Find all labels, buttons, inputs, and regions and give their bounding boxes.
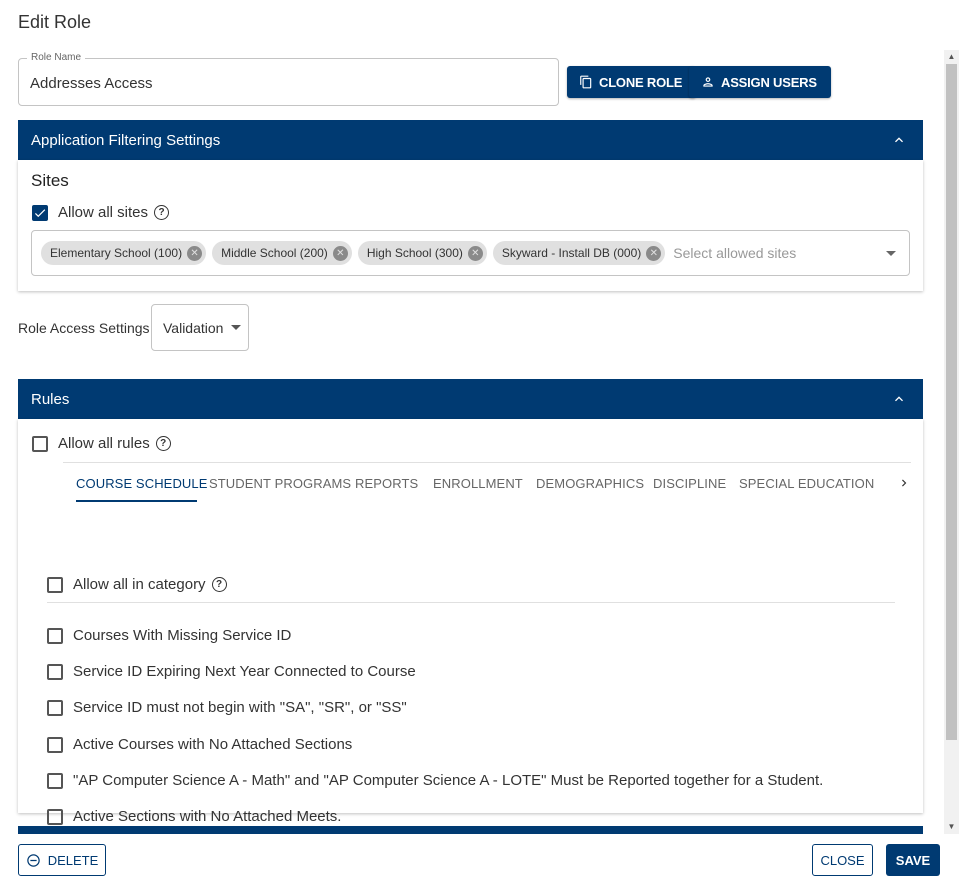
cancel-circle-icon[interactable]: ✕ [646, 245, 662, 261]
rules-tabs: COURSE SCHEDULE STUDENT PROGRAMS REPORTS… [63, 462, 911, 502]
save-button[interactable]: SAVE [886, 844, 940, 876]
rule-checkbox[interactable] [47, 627, 63, 644]
rule-item[interactable]: Active Courses with No Attached Sections [47, 736, 352, 753]
sites-placeholder[interactable]: Select allowed sites [673, 245, 796, 261]
chevron-up-icon[interactable] [891, 132, 907, 148]
rule-label: "AP Computer Science A - Math" and "AP C… [73, 772, 824, 789]
rule-checkbox[interactable] [47, 736, 63, 753]
allow-all-rules-checkbox[interactable] [32, 435, 48, 452]
role-access-label: Role Access Settings [18, 320, 150, 336]
site-chip-label: Skyward - Install DB (000) [501, 246, 642, 260]
tab-discipline[interactable]: DISCIPLINE [653, 463, 726, 503]
site-chip-label: Elementary School (100) [50, 246, 183, 260]
cancel-circle-icon[interactable]: ✕ [467, 245, 483, 261]
rule-checkbox[interactable] [47, 699, 63, 716]
caret-down-icon [231, 325, 242, 330]
tab-enrollment[interactable]: ENROLLMENT [433, 463, 523, 503]
help-circle-icon[interactable]: ? [211, 577, 227, 592]
person-icon [703, 77, 713, 87]
scroll-up-icon[interactable]: ▲ [944, 51, 959, 63]
rule-checkbox[interactable] [47, 772, 63, 789]
role-name-value[interactable]: Addresses Access [30, 75, 153, 92]
role-name-field[interactable]: Role Name Addresses Access [18, 52, 559, 106]
tab-reports[interactable]: REPORTS [355, 463, 418, 503]
site-chip: Elementary School (100) ✕ [41, 241, 207, 265]
allow-all-category-label: Allow all in category [73, 576, 206, 593]
site-chip: Skyward - Install DB (000) ✕ [492, 241, 666, 265]
chevron-up-icon[interactable] [891, 391, 907, 407]
filtering-panel-header[interactable]: Application Filtering Settings [18, 120, 923, 160]
chevron-right-icon[interactable] [897, 476, 911, 490]
rule-item[interactable]: "AP Computer Science A - Math" and "AP C… [47, 772, 823, 789]
delete-button[interactable]: DELETE [18, 844, 106, 876]
allow-all-category-checkbox[interactable] [47, 576, 63, 593]
copy-icon [580, 75, 592, 89]
rules-header-title: Rules [31, 390, 70, 408]
cancel-circle-icon[interactable]: ✕ [332, 245, 348, 261]
minus-circle-icon [26, 853, 40, 867]
allow-all-sites-label: Allow all sites [58, 204, 149, 221]
role-access-selected: Validation [163, 319, 224, 336]
save-label: SAVE [895, 852, 931, 868]
site-chip-label: Middle School (200) [221, 246, 328, 260]
tab-course-schedule[interactable]: COURSE SCHEDULE [76, 463, 208, 503]
scrollbar[interactable]: ▲ ▼ [944, 50, 959, 834]
rule-item[interactable]: Service ID must not begin with "SA", "SR… [47, 699, 407, 716]
help-circle-icon[interactable]: ? [154, 205, 170, 220]
role-access-select[interactable]: Validation [151, 304, 249, 351]
category-divider [47, 602, 895, 603]
rule-item[interactable]: Service ID Expiring Next Year Connected … [47, 663, 416, 680]
filtering-header-title: Application Filtering Settings [31, 131, 221, 149]
clone-role-label: CLONE ROLE [599, 74, 683, 90]
filtering-panel-body: Sites Allow all sites ? Elementary Schoo… [18, 160, 923, 291]
sites-heading: Sites [31, 171, 69, 190]
rule-label: Active Sections with No Attached Meets. [73, 808, 342, 825]
caret-down-icon[interactable] [886, 251, 896, 256]
site-chip: Middle School (200) ✕ [212, 241, 352, 265]
delete-label: DELETE [47, 852, 99, 868]
rule-label: Courses With Missing Service ID [73, 627, 292, 644]
rule-label: Service ID Expiring Next Year Connected … [73, 663, 416, 680]
dialog-title: Edit Role [18, 12, 92, 32]
allow-all-sites-row[interactable]: Allow all sites ? [32, 204, 170, 221]
tab-student-programs[interactable]: STUDENT PROGRAMS [209, 463, 351, 503]
scrollbar-thumb[interactable] [946, 64, 957, 740]
assign-users-label: ASSIGN USERS [721, 74, 817, 90]
assign-users-button[interactable]: ASSIGN USERS [689, 66, 831, 98]
clone-role-button[interactable]: CLONE ROLE [567, 66, 697, 98]
rules-panel-body: Allow all rules ? COURSE SCHEDULE STUDEN… [18, 419, 923, 825]
tab-special-education[interactable]: SPECIAL EDUCATION [739, 463, 874, 503]
allow-all-rules-label: Allow all rules [58, 435, 150, 452]
rule-label: Active Courses with No Attached Sections [73, 736, 353, 753]
rule-label: Service ID must not begin with "SA", "SR… [73, 699, 407, 716]
help-circle-icon[interactable]: ? [155, 436, 171, 451]
active-tab-indicator [76, 500, 197, 502]
tab-demographics[interactable]: DEMOGRAPHICS [536, 463, 644, 503]
close-label: CLOSE [820, 852, 865, 868]
allow-all-sites-checkbox[interactable] [32, 204, 48, 221]
close-button[interactable]: CLOSE [812, 844, 873, 876]
role-name-legend: Role Name [27, 52, 86, 63]
checkmark-icon [34, 208, 46, 217]
allow-all-category-row[interactable]: Allow all in category ? [47, 576, 227, 593]
site-chip-label: High School (300) [366, 246, 463, 260]
rule-checkbox[interactable] [47, 808, 63, 825]
site-chip: High School (300) ✕ [357, 241, 487, 265]
dialog-footer: DELETE CLOSE SAVE [0, 834, 959, 884]
rule-item[interactable]: Active Sections with No Attached Meets. [47, 808, 341, 825]
rules-panel-header[interactable]: Rules [18, 379, 923, 419]
dialog-content[interactable]: Role Name Addresses Access CLONE ROLE AS… [0, 50, 959, 834]
rule-item[interactable]: Courses With Missing Service ID [47, 627, 291, 644]
cancel-circle-icon[interactable]: ✕ [187, 245, 203, 261]
rule-checkbox[interactable] [47, 663, 63, 680]
next-panel-header[interactable] [18, 826, 923, 834]
allow-all-rules-row[interactable]: Allow all rules ? [32, 435, 171, 452]
sites-select[interactable]: Elementary School (100) ✕ Middle School … [31, 230, 910, 276]
scroll-down-icon[interactable]: ▼ [944, 821, 959, 833]
